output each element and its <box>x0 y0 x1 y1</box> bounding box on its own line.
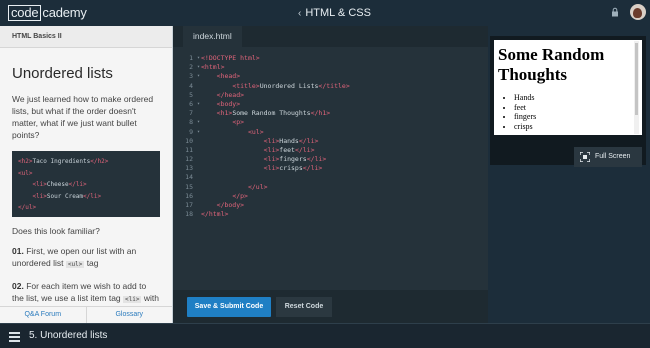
scrollbar-thumb[interactable] <box>635 43 638 115</box>
step-number: 02. <box>12 281 24 291</box>
current-lesson-label[interactable]: 5. Unordered lists <box>29 330 107 341</box>
tab-index-html[interactable]: index.html <box>183 26 242 47</box>
preview-list: Handsfeetfingerscrisps <box>514 93 642 131</box>
line-number: 1 ▾ <box>189 54 200 63</box>
full-screen-button[interactable]: Full Screen <box>574 147 642 167</box>
code-line[interactable]: 18 </html> <box>173 210 488 219</box>
editor-actions: Save & Submit Code Reset Code <box>173 290 488 323</box>
logo-code: code <box>8 5 42 21</box>
line-number: 14 <box>185 173 193 182</box>
code-line[interactable]: 3 ▾ <head> <box>173 72 488 81</box>
code-line[interactable]: 15 </ul> <box>173 183 488 192</box>
line-number: 5 <box>189 90 193 99</box>
lesson-panel: HTML Basics II Unordered lists We just l… <box>0 26 173 323</box>
preview-list-item: crisps <box>514 122 642 132</box>
line-number: 12 <box>185 155 193 164</box>
code-line[interactable]: 6 ▾ <body> <box>173 100 488 109</box>
code-line[interactable]: 12 <li>fingers</li> <box>173 155 488 164</box>
code-line[interactable]: 16 </p> <box>173 192 488 201</box>
glossary-link[interactable]: Glossary <box>87 307 173 323</box>
inline-code: <li> <box>123 296 142 303</box>
preview-page[interactable]: Some Random Thoughts Handsfeetfingerscri… <box>494 40 642 135</box>
menu-icon[interactable] <box>9 332 20 342</box>
fold-arrow-icon[interactable]: ▾ <box>197 63 200 72</box>
course-title: HTML & CSS <box>305 7 371 19</box>
code-line[interactable]: 1 ▾ <!DOCTYPE html> <box>173 54 488 63</box>
preview-scrollbar[interactable] <box>634 41 639 134</box>
line-number: 11 <box>185 145 193 154</box>
fullscreen-icon <box>580 152 590 162</box>
fold-arrow-icon[interactable]: ▾ <box>197 54 200 63</box>
qa-forum-link[interactable]: Q&A Forum <box>0 307 87 323</box>
line-number: 18 <box>185 210 193 219</box>
code-line[interactable]: 4 <title>Unordered Lists</title> <box>173 82 488 91</box>
snippet-line: <h2>Taco Ingredients</h2> <box>18 158 109 165</box>
line-number: 7 <box>189 109 193 118</box>
lesson-title: Unordered lists <box>12 65 113 82</box>
snippet-line: <li>Sour Cream</li> <box>32 192 102 200</box>
line-number: 9 ▾ <box>189 127 200 137</box>
reset-code-button[interactable]: Reset Code <box>276 297 332 317</box>
lesson-intro: We just learned how to make ordered list… <box>12 94 154 140</box>
save-submit-button[interactable]: Save & Submit Code <box>187 297 271 317</box>
code-line[interactable]: 9 ▾ <ul> <box>173 128 488 137</box>
lesson-question: Does this look familiar? <box>12 226 100 236</box>
line-number: 2 ▾ <box>189 63 200 72</box>
line-number: 13 <box>185 164 193 173</box>
fold-arrow-icon[interactable]: ▾ <box>197 118 200 127</box>
code-line[interactable]: 8 ▾ <p> <box>173 118 488 127</box>
preview-list-item: fingers <box>514 112 642 122</box>
line-number: 8 ▾ <box>189 118 200 127</box>
lesson-section-title: HTML Basics II <box>0 26 172 48</box>
preview-heading: Some Random Thoughts <box>498 45 605 84</box>
fold-arrow-icon[interactable]: ▾ <box>197 128 200 137</box>
line-number: 4 <box>189 81 193 90</box>
snippet-line: <li>Cheese</li> <box>32 181 87 188</box>
fold-arrow-icon[interactable]: ▾ <box>197 100 200 109</box>
line-number: 17 <box>185 201 193 209</box>
preview-list-item: feet <box>514 103 642 113</box>
lock-icon[interactable] <box>610 7 620 17</box>
line-number: 6 ▾ <box>189 99 200 109</box>
code-line[interactable]: 10 <li>Hands</li> <box>173 137 488 146</box>
bottom-bar: 5. Unordered lists <box>0 323 650 348</box>
codecademy-logo[interactable]: code cademy <box>8 5 87 21</box>
top-bar: code cademy ‹ HTML & CSS <box>0 0 650 26</box>
line-number: 16 <box>185 191 193 200</box>
preview-list-item: Hands <box>514 93 642 103</box>
code-line[interactable]: 14 <box>173 173 488 182</box>
snippet-line: </ul> <box>18 204 37 211</box>
inline-code: <ul> <box>65 261 85 268</box>
code-line[interactable]: 13 <li>crisps</li> <box>173 164 488 173</box>
code-editor[interactable]: index.html 1 ▾ <!DOCTYPE html> 2 ▾ <html> 3 ▾ <… <box>173 26 488 323</box>
line-number: 3 ▾ <box>189 72 200 81</box>
code-line[interactable]: 17 </body> <box>173 201 488 210</box>
preview-panel: Some Random Thoughts Handsfeetfingerscri… <box>488 26 650 323</box>
course-breadcrumb[interactable]: ‹ HTML & CSS <box>298 7 371 19</box>
code-line[interactable]: 7 <h1>Some Random Thoughts</h1> <box>173 109 488 118</box>
code-line[interactable]: 2 ▾ <html> <box>173 63 488 72</box>
code-area[interactable]: 1 ▾ <!DOCTYPE html> 2 ▾ <html> 3 ▾ <head> 4 <tit… <box>173 54 488 219</box>
fold-arrow-icon[interactable]: ▾ <box>197 72 200 81</box>
code-line[interactable]: 5 </head> <box>173 91 488 100</box>
avatar[interactable] <box>630 4 646 20</box>
code-line[interactable]: 11 <li>feet</li> <box>173 146 488 155</box>
step-number: 01. <box>12 246 24 256</box>
chevron-left-icon[interactable]: ‹ <box>298 8 301 19</box>
logo-academy: cademy <box>42 5 87 20</box>
snippet-line: <ul> <box>18 169 33 177</box>
lesson-footer: Q&A Forum Glossary <box>0 306 172 323</box>
lesson-step-1: 01. First, we open our list with an unor… <box>12 245 160 271</box>
line-number: 10 <box>185 136 193 145</box>
preview-frame: Some Random Thoughts Handsfeetfingerscri… <box>490 36 646 167</box>
line-number: 15 <box>185 182 193 191</box>
full-screen-label: Full Screen <box>595 153 631 160</box>
step-text-tail: tag <box>84 258 99 268</box>
example-code-snippet: <h2>Taco Ingredients</h2> <ul> <li>Cheese… <box>12 151 160 217</box>
